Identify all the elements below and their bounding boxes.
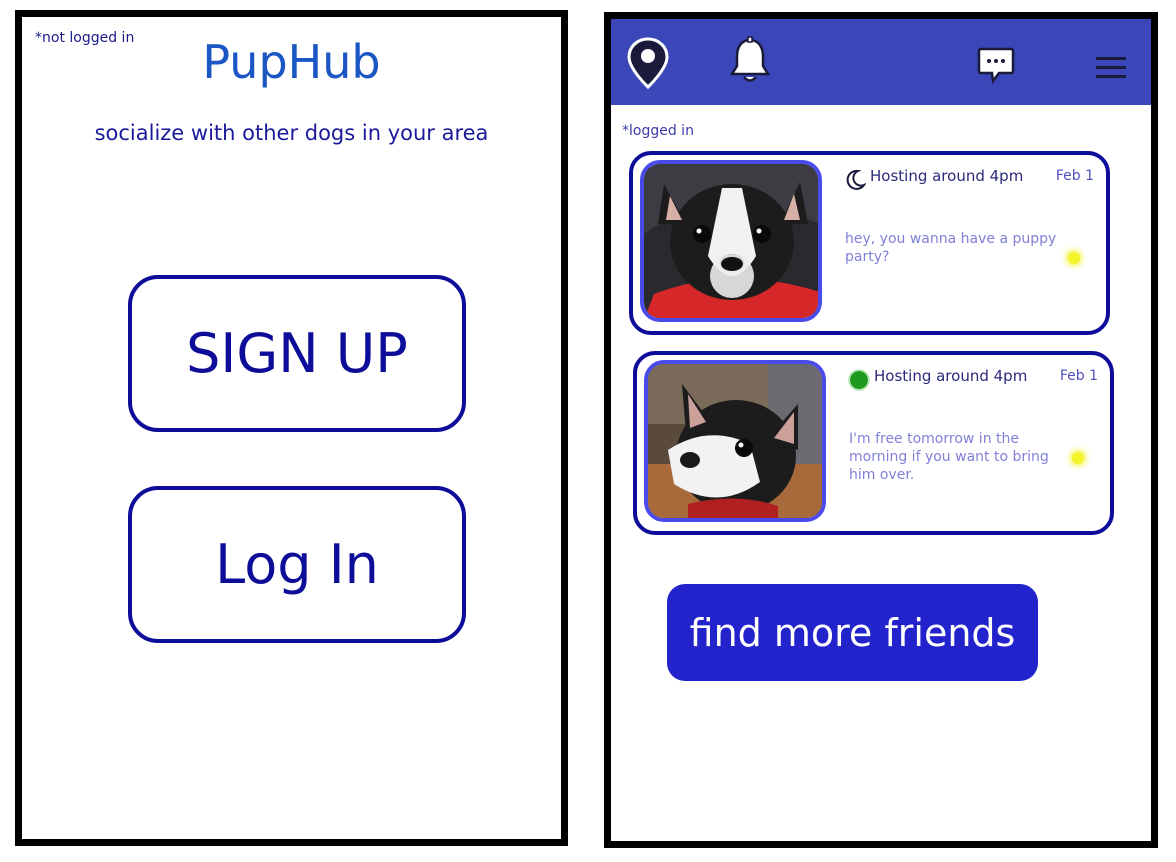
message-card[interactable]: Hosting around 4pm Feb 1 hey, you wanna … xyxy=(629,151,1110,335)
card-message-preview: hey, you wanna have a puppy party? xyxy=(845,231,1057,265)
menu-icon[interactable] xyxy=(1095,55,1127,85)
card-date: Feb 1 xyxy=(1059,368,1098,384)
bell-icon[interactable] xyxy=(729,36,771,90)
login-button[interactable]: Log In xyxy=(128,486,466,643)
unread-indicator-icon xyxy=(1068,252,1080,264)
unread-indicator-icon xyxy=(1072,452,1084,464)
app-title: PupHub xyxy=(202,35,381,89)
card-heading: Hosting around 4pm xyxy=(870,167,1024,185)
app-tagline: socialize with other dogs in your area xyxy=(94,121,489,145)
online-dot-icon xyxy=(848,369,870,395)
landing-screen: *not logged in PupHub socialize with oth… xyxy=(15,10,568,846)
moon-icon xyxy=(844,169,867,195)
login-status-note: *logged in xyxy=(622,123,694,139)
find-more-friends-button[interactable]: find more friends xyxy=(667,584,1038,681)
dog-avatar xyxy=(644,360,826,522)
signup-button[interactable]: SIGN UP xyxy=(128,275,466,432)
chat-icon[interactable] xyxy=(977,46,1015,88)
messages-screen: *logged in Hosting around 4pm Feb 1 hey,… xyxy=(604,12,1158,848)
card-heading: Hosting around 4pm xyxy=(874,367,1028,385)
dog-avatar xyxy=(640,160,822,322)
message-card[interactable]: Hosting around 4pm Feb 1 I'm free tomorr… xyxy=(633,351,1114,535)
card-date: Feb 1 xyxy=(1055,168,1094,184)
top-nav-bar xyxy=(611,19,1151,105)
location-pin-icon[interactable] xyxy=(625,36,671,94)
card-message-preview: I'm free tomorrow in the morning if you … xyxy=(849,431,1049,483)
